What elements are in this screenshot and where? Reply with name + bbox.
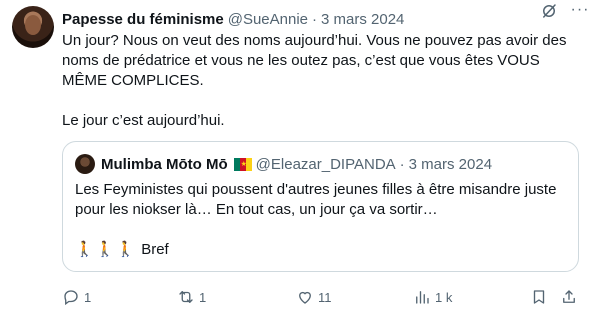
avatar[interactable] xyxy=(12,6,54,48)
tweet-paragraph: Le jour c’est aujourd’hui. xyxy=(62,112,225,129)
author-display-name[interactable]: Papesse du féminisme xyxy=(62,11,224,28)
quoted-tweet-header: Mulimba Mōto Mō ★ @Eleazar_DIPANDA · 3 m… xyxy=(75,154,492,174)
views-button[interactable]: 1 k xyxy=(413,287,452,307)
quoted-date: 3 mars 2024 xyxy=(408,155,493,173)
walking-person-emoji: 🚶🚶🚶 xyxy=(75,241,138,258)
action-bar: 1 1 11 1 k xyxy=(62,287,582,307)
quoted-display-name: Mulimba Mōto Mō xyxy=(101,155,228,173)
bookmark-icon xyxy=(533,290,545,304)
tweet-paragraph: Un jour? Nous on veut des noms aujourd’h… xyxy=(62,32,567,89)
reply-button[interactable]: 1 xyxy=(62,287,91,307)
quoted-tweet-text: Les Feyministes qui poussent d'autres je… xyxy=(75,180,565,260)
share-button[interactable] xyxy=(560,287,582,307)
share-icon xyxy=(563,290,575,303)
quoted-paragraph: Les Feyministes qui poussent d'autres je… xyxy=(75,181,557,218)
repost-icon xyxy=(179,291,193,303)
tweet-text: Un jour? Nous on veut des noms aujourd’h… xyxy=(62,31,582,131)
quoted-paragraph-final: 🚶🚶🚶 Bref xyxy=(75,240,565,260)
repost-button[interactable]: 1 xyxy=(177,287,206,307)
reply-count: 1 xyxy=(84,289,92,305)
quoted-handle: @Eleazar_DIPANDA xyxy=(255,155,396,173)
tweet-card[interactable]: Papesse du féminisme @SueAnnie · 3 mars … xyxy=(0,0,592,327)
separator-dot: · xyxy=(312,10,318,28)
separator-dot: · xyxy=(399,155,405,173)
quoted-tweet[interactable]: Mulimba Mōto Mō ★ @Eleazar_DIPANDA · 3 m… xyxy=(62,141,579,272)
repost-count: 1 xyxy=(199,289,207,305)
views-count: 1 k xyxy=(435,289,453,305)
bookmark-button[interactable] xyxy=(530,287,552,307)
like-icon xyxy=(299,291,311,304)
like-button[interactable]: 11 xyxy=(296,287,332,307)
views-icon xyxy=(416,291,429,304)
more-icon[interactable]: ··· xyxy=(570,0,590,20)
grok-icon[interactable] xyxy=(540,2,558,20)
author-handle[interactable]: @SueAnnie xyxy=(228,11,308,28)
tweet-header: Papesse du féminisme @SueAnnie · 3 mars … xyxy=(62,8,582,30)
quoted-avatar xyxy=(75,154,95,174)
quoted-final-word: Bref xyxy=(141,241,169,258)
like-count: 11 xyxy=(318,289,332,305)
reply-icon xyxy=(64,290,78,306)
tweet-date[interactable]: 3 mars 2024 xyxy=(321,11,404,28)
cameroon-flag-icon: ★ xyxy=(233,157,252,171)
